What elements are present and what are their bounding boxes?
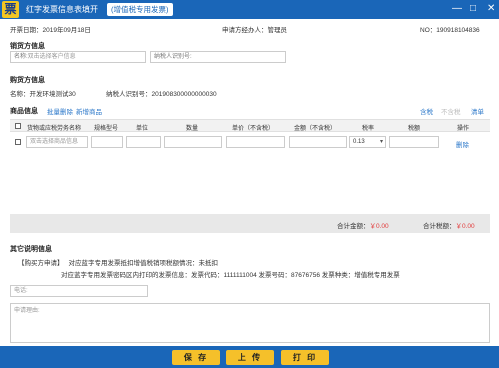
delete-row-link[interactable]: 删除 [456,139,469,149]
phone-placeholder: 电话: [14,288,28,294]
buyer-apply-line: 【购买方申请】 对应蓝字专用发票抵扣增值税销项税额情况：未抵扣 [18,257,218,267]
total-amount: 合计金额：￥0.00 [337,220,389,230]
invoice-number: NO：190918104836 [420,24,480,34]
tax-rate-value: 0.13 [353,139,365,145]
buyer-name-value: 开发环境测试30 [29,91,76,98]
col-tax-amount: 税额 [408,126,421,132]
batch-delete-link[interactable]: 批量删除 [47,106,73,116]
invoice-date: 开票日期：2019年09月18日 [10,24,91,34]
window-title: 红字发票信息表填开 [26,5,98,14]
buyer-name-label: 名称： [10,91,30,98]
applicant: 申请方经办人：管理员 [222,24,287,34]
buyer-section-title: 购货方信息 [10,77,45,84]
col-unit: 单位 [136,126,149,132]
seller-name-field[interactable]: 名称:双击选择客户信息 [10,51,146,63]
seller-name-label: 名称: [14,54,28,60]
date-value: 2019年09月18日 [42,27,91,34]
chevron-down-icon: ▾ [379,139,383,145]
buyer-apply-tag: 【购买方申请】 [18,260,64,267]
col-unit-price: 单价（不含税） [232,126,275,132]
buyer-taxid-value: 201908300000000030 [151,91,217,98]
bottom-action-bar: 保 存 上 传 打 印 [0,346,499,368]
quantity-input[interactable] [164,136,222,148]
buyer-taxid: 纳税人识别号：201908300000000030 [106,88,217,98]
title-bar: 票 红字发票信息表填开 (增值税专用发票) — □ ✕ [0,0,499,19]
app-logo: 票 [2,1,19,18]
no-label: NO： [420,27,437,34]
select-all-checkbox[interactable] [15,123,21,129]
goods-section-title: 商品信息 [10,108,38,115]
col-action: 操作 [457,126,470,132]
total-tax: 合计税额：￥0.00 [423,220,475,230]
close-icon[interactable]: ✕ [487,3,495,15]
upload-button[interactable]: 上 传 [226,350,274,365]
other-section-title: 其它说明信息 [10,246,52,253]
clear-list-link[interactable]: 清单 [471,106,484,116]
unit-price-input[interactable] [226,136,285,148]
goods-table-header: 货物或应税劳务名称 规格型号 单位 数量 单价（不含税） 金额（不含税） 税率 … [10,119,490,132]
buyer-name: 名称：开发环境测试30 [10,88,76,98]
no-value: 190918104836 [436,27,480,34]
total-amount-value: ￥0.00 [369,223,389,230]
tax-rate-select[interactable]: 0.13 ▾ [349,136,386,148]
tax-included-toggle[interactable]: 含税 [420,106,433,116]
tax-amount-input[interactable] [389,136,439,148]
tax-excluded-toggle[interactable]: 不含税 [441,106,461,116]
applicant-value: 管理员 [267,27,288,34]
blue-invoice-info: 对应蓝字专用发票密码区内打印的发票信息：发票代码：1111111004 发票号码… [61,272,400,279]
col-spec: 规格型号 [94,126,119,132]
total-tax-value: ￥0.00 [455,223,475,230]
seller-taxid-label: 纳税人识别号: [154,54,192,60]
col-tax-rate: 税率 [362,126,375,132]
maximize-icon[interactable]: □ [470,3,476,15]
applicant-label: 申请方经办人： [222,27,268,34]
seller-taxid-field[interactable]: 纳税人识别号: [150,51,286,63]
amount-input[interactable] [289,136,347,148]
seller-name-placeholder: 双击选择客户信息 [27,54,76,60]
spec-input[interactable] [91,136,123,148]
reason-placeholder: 申请理由: [14,308,40,314]
col-amount: 金额（不含税） [294,126,337,132]
seller-section-title: 销货方信息 [10,43,45,50]
row-checkbox[interactable] [15,139,21,145]
print-button[interactable]: 打 印 [281,350,329,365]
add-goods-link[interactable]: 新增商品 [76,106,102,116]
goods-table-body [10,150,490,214]
total-amount-label: 合计金额： [337,223,370,230]
buyer-taxid-label: 纳税人识别号： [106,91,152,98]
goods-name-placeholder: 双击选择商品信息 [30,139,79,145]
minimize-icon[interactable]: — [452,3,462,15]
col-quantity: 数量 [186,126,199,132]
goods-name-input[interactable]: 双击选择商品信息 [26,136,88,148]
save-button[interactable]: 保 存 [172,350,220,365]
col-goods-name: 货物或应税劳务名称 [27,126,82,132]
totals-bar: 合计金额：￥0.00 合计税额：￥0.00 [10,214,490,233]
apply-reason-textarea[interactable]: 申请理由: [10,303,490,343]
date-label: 开票日期： [10,27,43,34]
total-tax-label: 合计税额： [423,223,456,230]
unit-input[interactable] [126,136,161,148]
deduction-status-label: 对应蓝字专用发票抵扣增值税销项税额情况： [68,260,199,267]
phone-field[interactable]: 电话: [10,285,148,297]
deduction-status-value: 未抵扣 [198,260,219,267]
invoice-type-badge: (增值税专用发票) [107,3,173,16]
